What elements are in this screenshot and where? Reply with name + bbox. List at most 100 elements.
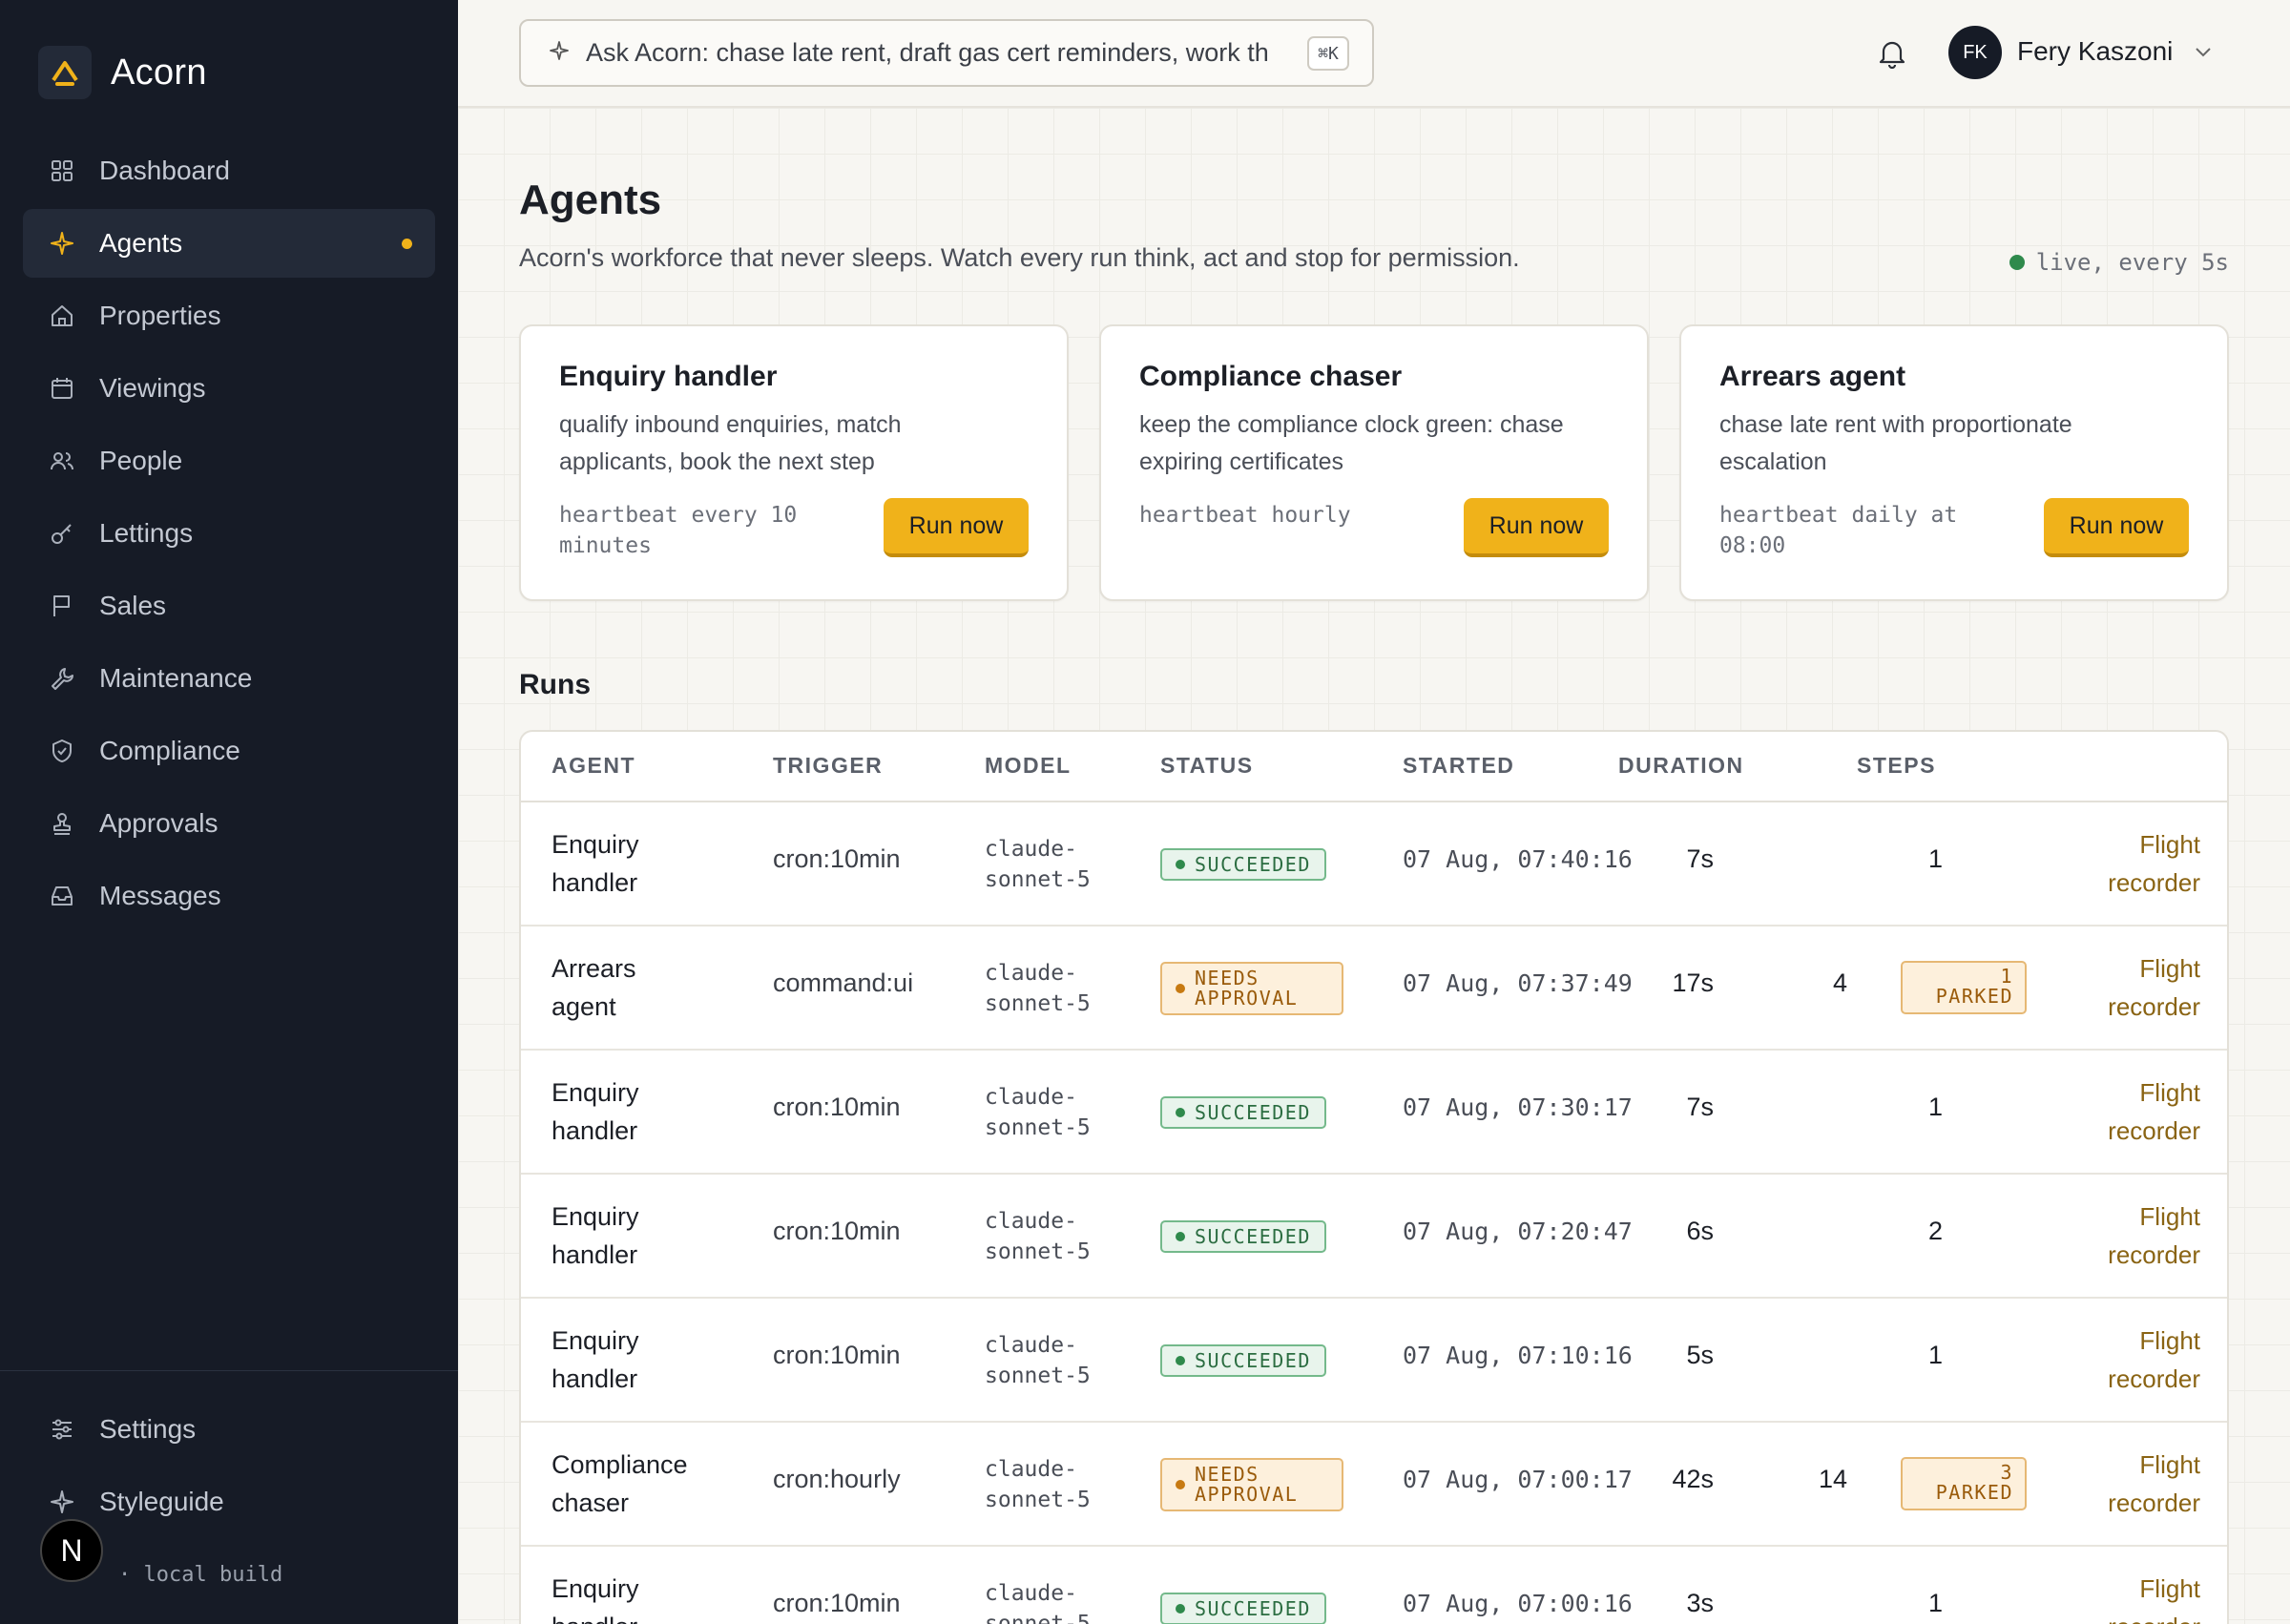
bell-icon[interactable] bbox=[1878, 38, 1906, 73]
steps-count: 2 bbox=[1927, 1217, 1943, 1245]
main-content: Agents Acorn's workforce that never slee… bbox=[458, 108, 2290, 1624]
status-badge: NEEDS APPROVAL bbox=[1160, 1458, 1343, 1511]
table-row[interactable]: Enquiry handler cron:10min claude-sonnet-5… bbox=[521, 1299, 2227, 1423]
sidebar-item-settings[interactable]: Settings bbox=[23, 1395, 435, 1464]
search-input[interactable]: Ask Acorn: chase late rent, draft gas ce… bbox=[586, 38, 1282, 68]
status-badge: SUCCEEDED bbox=[1160, 1096, 1326, 1129]
runs-title: Runs bbox=[519, 669, 591, 700]
status-cell: SUCCEEDED bbox=[1160, 1220, 1326, 1253]
acorn-logo-icon bbox=[38, 46, 92, 99]
flight-recorder-link[interactable]: Flight recorder bbox=[2086, 1322, 2200, 1398]
build-text: · local build bbox=[118, 1563, 283, 1587]
card-title: Enquiry handler bbox=[559, 361, 778, 392]
sidebar-item-label: People bbox=[99, 446, 183, 475]
table-row[interactable]: Enquiry handler cron:10min claude-sonnet-5… bbox=[521, 1051, 2227, 1175]
sidebar-item-compliance[interactable]: Compliance bbox=[23, 717, 435, 785]
status-cell: NEEDS APPROVAL bbox=[1160, 1458, 1343, 1511]
chevron-down-icon[interactable] bbox=[2193, 42, 2214, 66]
brand-name: Acorn bbox=[111, 52, 207, 93]
column-header-agent[interactable]: AGENT bbox=[552, 753, 635, 779]
flight-recorder-link[interactable]: Flight recorder bbox=[2086, 1073, 2200, 1150]
flight-recorder-link[interactable]: Flight recorder bbox=[2086, 1197, 2200, 1274]
wrench-icon bbox=[48, 664, 76, 693]
sidebar-item-people[interactable]: People bbox=[23, 427, 435, 495]
sidebar-item-maintenance[interactable]: Maintenance bbox=[23, 644, 435, 713]
duration: 7s bbox=[1686, 1093, 1714, 1121]
sidebar-nav: Dashboard Agents Properties Viewings People L… bbox=[23, 136, 435, 934]
avatar[interactable]: FK bbox=[1948, 26, 2002, 79]
sidebar-item-label: Messages bbox=[99, 881, 221, 910]
model: claude-sonnet-5 bbox=[985, 837, 1091, 892]
user-name[interactable]: Fery Kaszoni bbox=[2017, 36, 2173, 67]
card-description: chase late rent with proportionate escal… bbox=[1719, 411, 2072, 475]
trigger: cron:hourly bbox=[773, 1465, 901, 1493]
brand[interactable]: Acorn bbox=[38, 46, 207, 99]
runs-table: AGENT TRIGGER MODEL STATUS STARTED DURATION ST… bbox=[519, 730, 2229, 1624]
status-text: NEEDS APPROVAL bbox=[1195, 967, 1299, 1010]
people-icon bbox=[48, 447, 76, 475]
status-cell: NEEDS APPROVAL bbox=[1160, 962, 1343, 1015]
table-row[interactable]: Enquiry handler cron:10min claude-sonnet-5… bbox=[521, 1175, 2227, 1299]
table-row[interactable]: Arrears agent command:ui claude-sonnet-5 NE… bbox=[521, 927, 2227, 1051]
sidebar-item-messages[interactable]: Messages bbox=[23, 862, 435, 930]
sidebar-item-label: Compliance bbox=[99, 736, 240, 765]
status-cell: SUCCEEDED bbox=[1160, 1344, 1326, 1377]
status-dot-icon bbox=[1176, 1480, 1185, 1489]
started-time: 07 Aug, 07:37:49 bbox=[1403, 969, 1633, 997]
model: claude-sonnet-5 bbox=[985, 1209, 1091, 1264]
sidebar-item-viewings[interactable]: Viewings bbox=[23, 354, 435, 423]
duration: 7s bbox=[1686, 844, 1714, 873]
card-heartbeat: heartbeat hourly bbox=[1139, 503, 1351, 528]
flight-recorder-link[interactable]: Flight recorder bbox=[2086, 949, 2200, 1026]
status-text: SUCCEEDED bbox=[1195, 1101, 1311, 1124]
sidebar-item-approvals[interactable]: Approvals bbox=[23, 789, 435, 858]
column-header-started[interactable]: STARTED bbox=[1403, 753, 1514, 779]
sidebar-item-label: Settings bbox=[99, 1414, 197, 1444]
status-dot-icon bbox=[1176, 984, 1185, 993]
table-row[interactable]: Enquiry handler cron:10min claude-sonnet-5… bbox=[521, 1547, 2227, 1624]
sidebar-item-sales[interactable]: Sales bbox=[23, 572, 435, 640]
steps-count: 1 bbox=[1927, 1093, 1943, 1121]
sidebar-item-dashboard[interactable]: Dashboard bbox=[23, 136, 435, 205]
shield-icon bbox=[48, 737, 76, 765]
trigger: cron:10min bbox=[773, 1341, 901, 1369]
status-badge: SUCCEEDED bbox=[1160, 1344, 1326, 1377]
column-header-trigger[interactable]: TRIGGER bbox=[773, 753, 883, 779]
flight-recorder-link[interactable]: Flight recorder bbox=[2086, 1570, 2200, 1624]
flight-recorder-link[interactable]: Flight recorder bbox=[2086, 825, 2200, 902]
table-row[interactable]: Enquiry handler cron:10min claude-sonnet-5… bbox=[521, 802, 2227, 927]
steps-count: 1 bbox=[1927, 844, 1943, 873]
trigger: cron:10min bbox=[773, 1589, 901, 1617]
sidebar-item-properties[interactable]: Properties bbox=[23, 281, 435, 350]
table-row[interactable]: Compliance chaser cron:hourly claude-sonne… bbox=[521, 1423, 2227, 1547]
trigger: cron:10min bbox=[773, 1093, 901, 1121]
column-header-model[interactable]: MODEL bbox=[985, 753, 1072, 779]
sidebar-item-agents[interactable]: Agents bbox=[23, 209, 435, 278]
column-header-steps[interactable]: STEPS bbox=[1857, 753, 1936, 779]
model: claude-sonnet-5 bbox=[985, 961, 1091, 1016]
duration: 42s bbox=[1672, 1465, 1714, 1493]
inbox-icon bbox=[48, 882, 76, 910]
sliders-icon bbox=[48, 1415, 76, 1444]
sidebar-item-lettings[interactable]: Lettings bbox=[23, 499, 435, 568]
agent-name: Enquiry handler bbox=[552, 1078, 639, 1145]
started-time: 07 Aug, 07:20:47 bbox=[1403, 1218, 1633, 1245]
started-time: 07 Aug, 07:30:17 bbox=[1403, 1093, 1633, 1121]
column-header-status[interactable]: STATUS bbox=[1160, 753, 1254, 779]
model: claude-sonnet-5 bbox=[985, 1581, 1091, 1624]
n-badge[interactable]: N bbox=[40, 1519, 103, 1582]
sidebar-item-label: Lettings bbox=[99, 518, 194, 548]
sidebar-item-label: Properties bbox=[99, 301, 221, 330]
steps-count: 14 bbox=[1818, 1465, 1847, 1493]
sidebar-item-label: Styleguide bbox=[99, 1487, 224, 1516]
flight-recorder-link[interactable]: Flight recorder bbox=[2086, 1446, 2200, 1522]
run-now-button[interactable]: Run now bbox=[884, 498, 1029, 557]
parked-badge: 3 PARKED bbox=[1901, 1457, 2027, 1510]
search-bar[interactable]: Ask Acorn: chase late rent, draft gas ce… bbox=[519, 19, 1374, 87]
run-now-button[interactable]: Run now bbox=[2044, 498, 2189, 557]
steps-count: 4 bbox=[1832, 968, 1847, 997]
column-header-duration[interactable]: DURATION bbox=[1618, 753, 1744, 779]
run-now-button[interactable]: Run now bbox=[1464, 498, 1609, 557]
sidebar-item-label: Maintenance bbox=[99, 663, 253, 693]
agent-name: Enquiry handler bbox=[552, 1202, 639, 1269]
